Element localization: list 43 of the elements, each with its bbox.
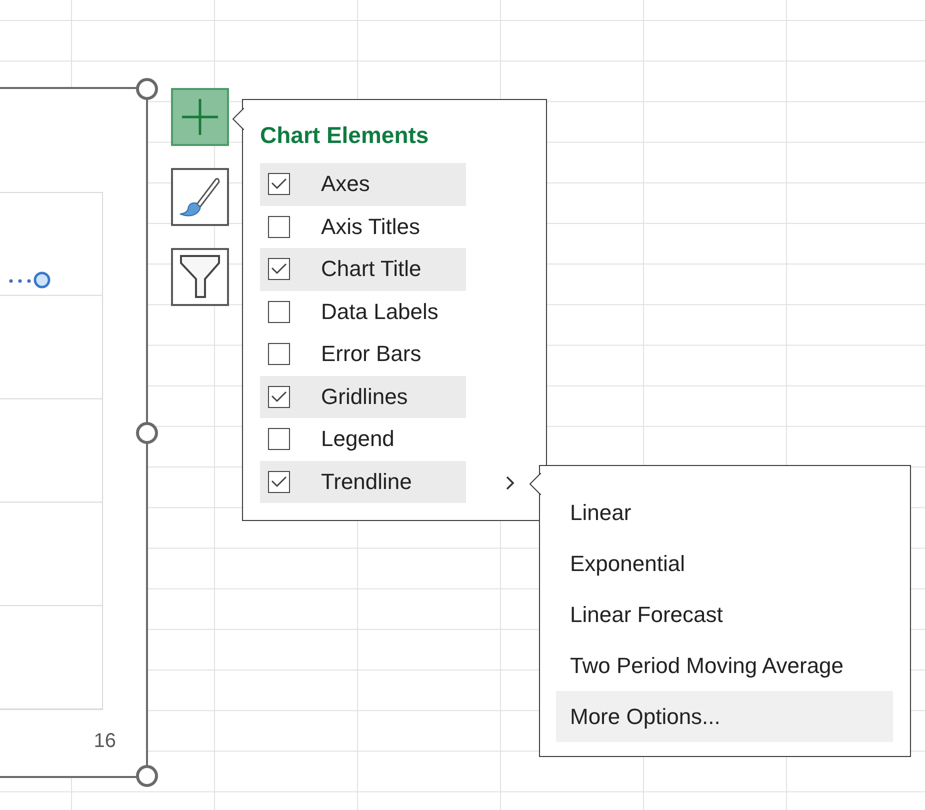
- chart-element-row[interactable]: Chart Title: [260, 248, 466, 290]
- element-label: Axis Titles: [321, 214, 420, 240]
- element-label: Legend: [321, 426, 394, 452]
- menu-item[interactable]: More Options...: [556, 691, 893, 742]
- chart-element-row[interactable]: Axes: [260, 163, 466, 206]
- filter-button[interactable]: [171, 248, 229, 306]
- axis-label: 16: [94, 730, 116, 753]
- checkmark-icon: [271, 390, 287, 403]
- paintbrush-icon: [179, 176, 221, 218]
- panel-title: Chart Elements: [260, 122, 430, 149]
- checkbox[interactable]: [268, 258, 290, 280]
- menu-item[interactable]: Exponential: [556, 538, 893, 589]
- menu-item[interactable]: Linear Forecast: [556, 589, 893, 640]
- add-button[interactable]: [171, 88, 229, 146]
- checkbox[interactable]: [268, 300, 290, 323]
- element-label: Data Labels: [321, 298, 438, 325]
- menu-item[interactable]: Linear: [556, 487, 893, 538]
- checkbox[interactable]: [268, 343, 290, 366]
- element-label: Trendline: [321, 468, 412, 495]
- filter-icon: [179, 254, 221, 300]
- element-label: Axes: [321, 171, 370, 198]
- checkmark-icon: [271, 263, 287, 276]
- resize-handle[interactable]: [136, 422, 158, 444]
- chart-element-row[interactable]: Gridlines: [260, 376, 466, 418]
- element-label: Chart Title: [321, 256, 422, 282]
- checkbox[interactable]: [268, 216, 290, 238]
- checkbox[interactable]: [268, 470, 290, 493]
- chart-element-row[interactable]: Axis Titles: [260, 206, 466, 248]
- plus-icon: [181, 98, 219, 136]
- checkmark-icon: [271, 178, 287, 190]
- element-label: Error Bars: [321, 341, 422, 368]
- chart-element-row[interactable]: Data Labels: [260, 290, 466, 333]
- resize-handle[interactable]: [136, 78, 158, 100]
- checkbox[interactable]: [268, 173, 290, 196]
- chart-element-row[interactable]: Error Bars: [260, 333, 466, 376]
- element-label: Gridlines: [321, 384, 408, 410]
- chart-element-row[interactable]: Legend: [260, 418, 466, 460]
- style-button[interactable]: [171, 168, 229, 226]
- menu-item[interactable]: Two Period Moving Average: [556, 640, 893, 691]
- checkbox[interactable]: [268, 428, 290, 450]
- checkbox[interactable]: [268, 386, 290, 408]
- checkmark-icon: [271, 476, 287, 488]
- resize-handle[interactable]: [136, 765, 158, 787]
